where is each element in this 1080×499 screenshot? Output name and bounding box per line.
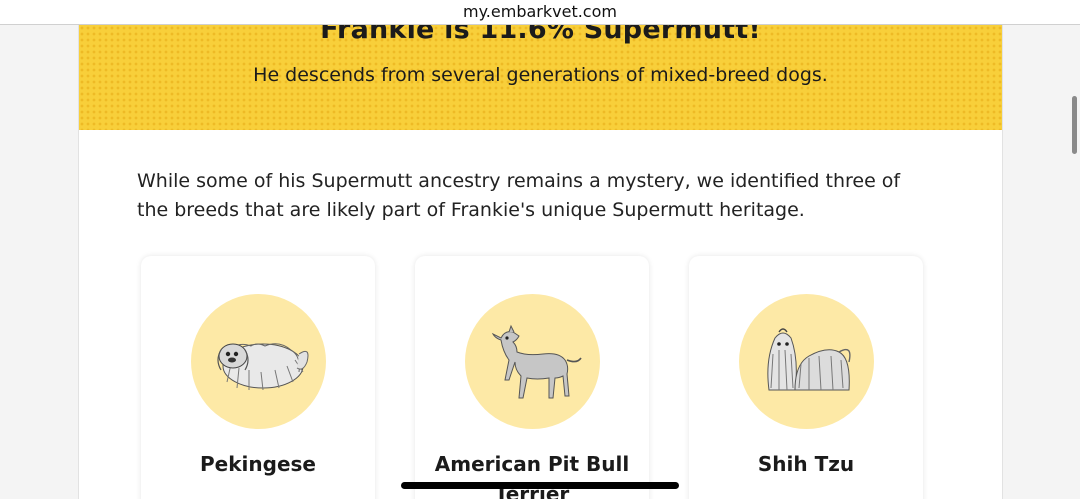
home-indicator[interactable] — [401, 482, 679, 489]
breed-image-disc — [191, 294, 326, 429]
breed-name: American Pit Bull Terrier — [434, 452, 630, 499]
breed-card-shih-tzu[interactable]: Shih Tzu — [689, 256, 923, 499]
breed-card-american-pit-bull-terrier[interactable]: American Pit Bull Terrier — [415, 256, 649, 499]
breed-image-disc — [465, 294, 600, 429]
address-bar[interactable]: my.embarkvet.com — [0, 0, 1080, 25]
report-page: Frankie is 11.6% Supermutt! He descends … — [78, 25, 1003, 499]
url-text: my.embarkvet.com — [463, 2, 617, 21]
breed-name: Pekingese — [200, 452, 316, 476]
pekingese-illustration — [217, 343, 309, 391]
supermutt-banner: Frankie is 11.6% Supermutt! He descends … — [79, 25, 1002, 130]
shih-tzu-illustration — [767, 328, 851, 391]
breed-name: Shih Tzu — [757, 452, 855, 476]
supermutt-intro-text: While some of his Supermutt ancestry rem… — [137, 170, 901, 221]
vertical-scrollbar[interactable] — [1072, 96, 1077, 154]
breed-image-disc — [739, 294, 874, 429]
american-pit-bull-terrier-illustration — [491, 324, 582, 399]
banner-subtitle: He descends from several generations of … — [253, 64, 828, 86]
banner-title: Frankie is 11.6% Supermutt! — [320, 25, 761, 45]
breed-card-pekingese[interactable]: Pekingese — [141, 256, 375, 499]
